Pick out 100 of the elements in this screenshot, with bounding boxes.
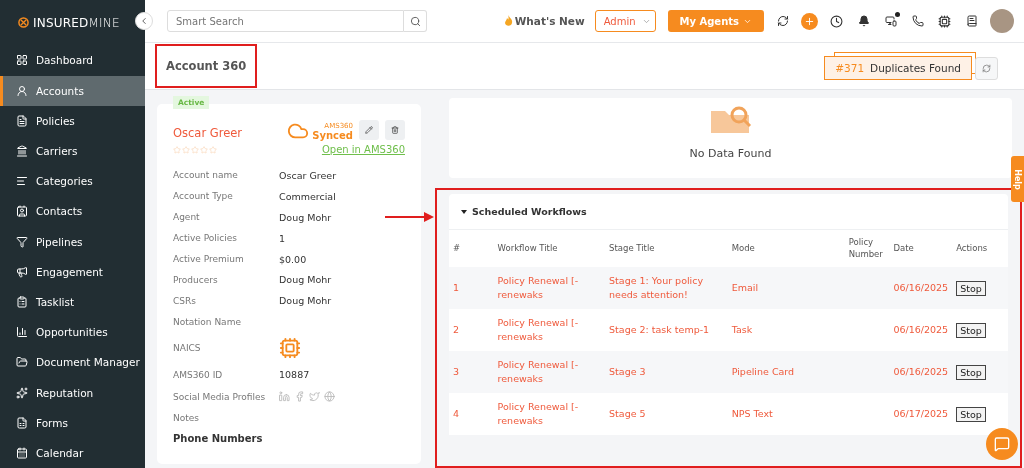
search-field[interactable]: Smart Search [167,10,404,32]
sidebar-item[interactable]: Pipelines [0,226,145,257]
chat-button[interactable] [986,428,1018,460]
field-value: Commercial [279,190,336,202]
chat-icon [994,436,1010,452]
table-cell: Policy Renewal [-renewaks [493,351,606,393]
sidebar-item[interactable]: Engagement [0,256,145,287]
stop-button[interactable]: Stop [956,406,986,422]
linkedin-icon[interactable] [279,391,290,402]
edit-button[interactable] [359,120,379,140]
stop-button[interactable]: Stop [956,280,986,296]
logo-mark-icon [18,17,29,29]
field-value: 10887 [279,369,310,381]
field-value: Doug Mohr [279,295,332,307]
table-cell: Stage 5 [605,393,728,435]
empty-star-icon[interactable] [200,145,208,154]
column-header: Workflow Title [493,230,606,267]
sidebar-item[interactable]: Opportunities [0,317,145,348]
search-button[interactable] [404,10,427,32]
sidebar-item[interactable]: Accounts [0,75,145,106]
field-value: 1 [279,232,286,244]
empty-star-icon[interactable] [182,145,190,154]
bar-chart-icon [16,326,28,339]
field-label: Social Media Profiles [173,391,267,402]
sidebar-item[interactable]: Reputation [0,377,145,408]
table-cell: Task [727,309,845,351]
pencil-icon [365,126,373,134]
table-cell: Email [727,267,845,309]
sidebar-item[interactable]: Dashboard [0,45,145,76]
stop-button[interactable]: Stop [956,322,986,338]
devices-icon[interactable] [882,12,899,30]
contact-card-icon [16,205,28,218]
avatar[interactable] [990,9,1014,33]
field-value: Doug Mohr [279,211,332,223]
column-header: Mode [727,230,845,267]
stop-button[interactable]: Stop [956,364,986,380]
sidebar-item[interactable]: Forms [0,407,145,438]
sidebar-item[interactable]: Carriers [0,135,145,167]
workflows-toggle[interactable]: Scheduled Workflows [449,194,1008,230]
star-rating[interactable] [173,145,217,154]
sidebar-item[interactable]: Categories [0,166,145,197]
table-cell: 4 [449,393,494,435]
field-label: Active Premium [173,254,245,264]
search-icon [409,15,421,27]
funnel-icon [16,235,28,248]
column-header: Stage Title [605,230,728,267]
field-label: AMS360 ID [173,369,224,380]
section-heading: Phone Numbers [173,432,264,444]
empty-star-icon[interactable] [191,145,199,154]
field-label: Notation Name [173,316,242,327]
flame-icon [503,15,513,27]
add-icon[interactable] [801,12,818,30]
sidebar-item[interactable]: Document Manager [0,347,145,378]
field-label: Active Policies [173,233,238,244]
sidebar-item[interactable]: Tasklist [0,286,145,318]
empty-message: No Data Found [689,147,772,160]
account-name: Oscar Greer [173,126,244,140]
whats-new-link[interactable]: What's New [514,15,585,27]
calendar-icon [16,446,28,459]
globe-icon[interactable] [324,391,335,402]
field-value: Oscar Greer [279,169,337,181]
clock-icon[interactable] [828,12,845,30]
field-label: Agent [173,212,201,223]
form-icon [16,416,28,429]
table-cell: Stage 1: Your policy needs attention! [605,267,728,309]
sync-status: Synced [312,129,353,141]
page-title: Account 360 [155,44,258,88]
table-cell: 2 [449,309,494,351]
sidebar-item[interactable]: Contacts [0,196,145,227]
chevron-left-icon [139,16,149,26]
column-header: Actions [952,230,1008,267]
sidebar-item[interactable]: Calendar [0,437,145,468]
phone-icon[interactable] [909,12,926,30]
delete-button[interactable] [385,120,405,140]
bank-icon [16,145,28,158]
column-header: Date [889,230,953,267]
empty-star-icon[interactable] [173,145,181,154]
empty-star-icon[interactable] [209,145,217,154]
logo: INSUREDMINE [0,0,120,32]
table-cell: NPS Text [727,393,845,435]
duplicates-button[interactable]: #371 Duplicates Found [824,56,972,80]
collapse-button[interactable] [135,12,153,30]
table-cell: 06/17/2025 [889,393,953,435]
role-dropdown[interactable]: Admin [594,10,656,32]
sidebar-item[interactable]: Policies [0,105,145,136]
sparkle-icon [16,386,28,399]
table-cell: Policy Renewal [-renewaks [493,393,606,435]
refresh-icon [982,64,991,73]
field-label: CSRs [173,295,197,306]
column-header: Policy Number [844,230,890,267]
field-label: Producers [173,274,219,285]
ai-chip-icon[interactable] [936,12,953,30]
refresh-button[interactable] [975,57,998,80]
caret-icon [461,209,467,214]
twitter-icon[interactable] [309,391,320,402]
field-label: NAICS [173,343,202,354]
facebook-icon[interactable] [294,391,305,402]
table-cell: 06/16/2025 [889,267,953,309]
user-icon [16,84,28,97]
trash-icon [391,126,399,134]
